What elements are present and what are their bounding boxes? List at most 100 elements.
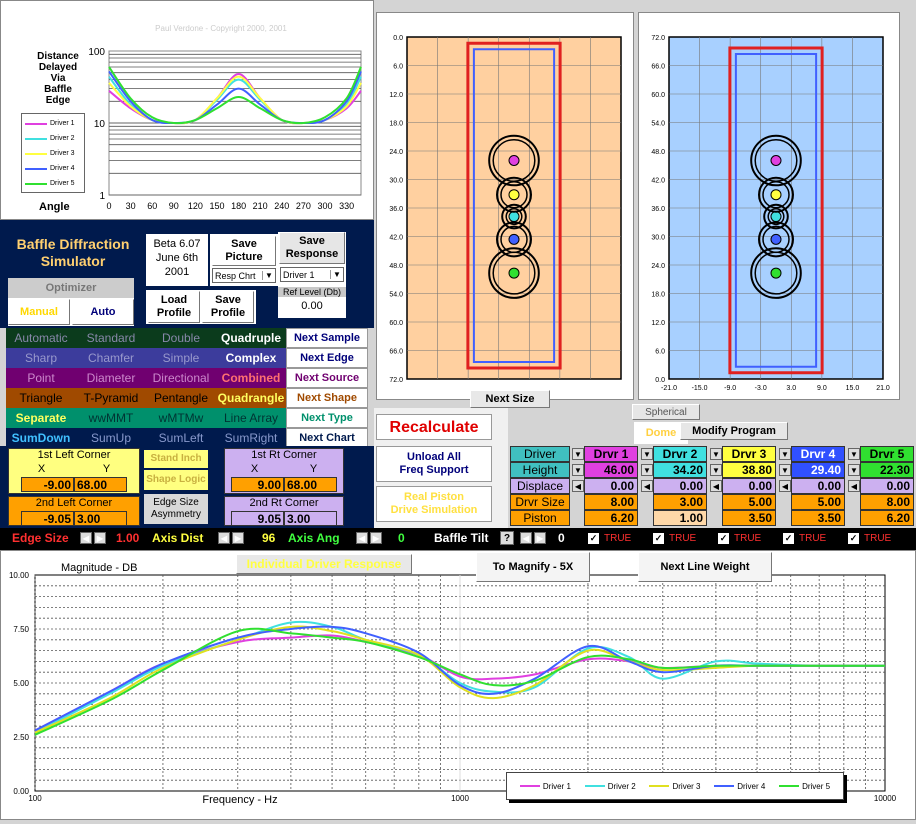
left-x-input[interactable]: -9.00 [21, 477, 74, 492]
spin-icon[interactable]: ◀ [572, 480, 584, 492]
increase-icon[interactable]: ▶ [232, 532, 244, 544]
decrease-icon[interactable]: ◀ [356, 532, 368, 544]
left-y-input[interactable]: 68.00 [74, 477, 127, 492]
driver-piston-2[interactable]: 1.00 [653, 510, 707, 526]
option-automatic[interactable]: Automatic [6, 328, 76, 348]
option-quadrangle[interactable]: Quadrangle [216, 388, 286, 408]
spin-icon[interactable]: ▼ [710, 464, 722, 476]
option-wwmmt[interactable]: wwMMT [76, 408, 146, 428]
option-sumup[interactable]: SumUp [76, 428, 146, 448]
option-pentangle[interactable]: Pentangle [146, 388, 216, 408]
spin-icon[interactable]: ◀ [848, 480, 860, 492]
select-icon[interactable]: ▼ [572, 448, 584, 460]
spin-icon[interactable]: ▼ [779, 464, 791, 476]
spin-icon[interactable]: ▼ [572, 464, 584, 476]
driver-height-5[interactable]: 22.30 [860, 462, 914, 478]
driver-height-3[interactable]: 38.80 [722, 462, 776, 478]
unload-freq-button[interactable]: Unload All Freq Support [376, 446, 492, 482]
decrease-icon[interactable]: ◀ [80, 532, 92, 544]
driver-displace-2[interactable]: 0.00 [653, 478, 707, 494]
option-directional[interactable]: Directional [146, 368, 216, 388]
driver-displace-3[interactable]: 0.00 [722, 478, 776, 494]
checkbox-icon[interactable]: ✓ [783, 533, 794, 544]
right-x-input[interactable]: 9.00 [231, 477, 284, 492]
driver-piston-1[interactable]: 6.20 [584, 510, 638, 526]
option-sumdown[interactable]: SumDown [6, 428, 76, 448]
option-sumleft[interactable]: SumLeft [146, 428, 216, 448]
select-icon[interactable]: ▼ [641, 448, 653, 460]
driver-size-2[interactable]: 3.00 [653, 494, 707, 510]
spin-icon[interactable]: ▼ [641, 464, 653, 476]
spherical-button[interactable]: Spherical [632, 404, 700, 420]
checkbox-icon[interactable]: ✓ [588, 533, 599, 544]
resp-chart-select[interactable]: Resp Chrt ▼ [212, 268, 276, 283]
spin-icon[interactable]: ◀ [710, 480, 722, 492]
next-type-button[interactable]: Next Type [286, 408, 368, 428]
save-response-button[interactable]: Save Response [279, 232, 345, 264]
save-picture-button[interactable]: Save Picture [212, 236, 276, 266]
load-profile-button[interactable]: Load Profile [148, 291, 200, 323]
option-sharp[interactable]: Sharp [6, 348, 76, 368]
driver-displace-5[interactable]: 0.00 [860, 478, 914, 494]
right2-x-input[interactable]: 9.05 [231, 511, 284, 526]
option-simple[interactable]: Simple [146, 348, 216, 368]
driver-height-4[interactable]: 29.40 [791, 462, 845, 478]
select-icon[interactable]: ▼ [848, 448, 860, 460]
option-line-array[interactable]: Line Array [216, 408, 286, 428]
next-size-button[interactable]: Next Size [470, 390, 550, 408]
magnify-button[interactable]: To Magnify - 5X [476, 552, 590, 582]
real-piston-button[interactable]: Real Piston Drive Simulation [376, 486, 492, 522]
spin-icon[interactable]: ▼ [848, 464, 860, 476]
driver-size-3[interactable]: 5.00 [722, 494, 776, 510]
manual-button[interactable]: Manual [8, 299, 70, 325]
option-point[interactable]: Point [6, 368, 76, 388]
checkbox-icon[interactable]: ✓ [718, 533, 729, 544]
driver-piston-3[interactable]: 3.50 [722, 510, 776, 526]
driver-height-1[interactable]: 46.00 [584, 462, 638, 478]
save-profile-button[interactable]: Save Profile [202, 291, 254, 323]
spin-icon[interactable]: ◀ [641, 480, 653, 492]
ref-level-value[interactable]: 0.00 [278, 300, 346, 312]
option-triangle[interactable]: Triangle [6, 388, 76, 408]
driver-piston-4[interactable]: 3.50 [791, 510, 845, 526]
select-icon[interactable]: ▼ [710, 448, 722, 460]
option-complex[interactable]: Complex [216, 348, 286, 368]
right-y-input[interactable]: 68.00 [284, 477, 337, 492]
select-icon[interactable]: ▼ [779, 448, 791, 460]
next-source-button[interactable]: Next Source [286, 368, 368, 388]
stand-inch-button[interactable]: Stand Inch [144, 450, 208, 468]
checkbox-icon[interactable]: ✓ [653, 533, 664, 544]
option-t-pyramid[interactable]: T-Pyramid [76, 388, 146, 408]
checkbox-icon[interactable]: ✓ [848, 533, 859, 544]
driver-height-2[interactable]: 34.20 [653, 462, 707, 478]
modify-program-button[interactable]: Modify Program [680, 422, 788, 440]
increase-icon[interactable]: ▶ [534, 532, 546, 544]
driver-displace-4[interactable]: 0.00 [791, 478, 845, 494]
option-wmtmw[interactable]: wMTMw [146, 408, 216, 428]
decrease-icon[interactable]: ◀ [520, 532, 532, 544]
option-quadruple[interactable]: Quadruple [216, 328, 286, 348]
driver-size-1[interactable]: 8.00 [584, 494, 638, 510]
option-double[interactable]: Double [146, 328, 216, 348]
next-sample-button[interactable]: Next Sample [286, 328, 368, 348]
increase-icon[interactable]: ▶ [94, 532, 106, 544]
driver-piston-5[interactable]: 6.20 [860, 510, 914, 526]
increase-icon[interactable]: ▶ [370, 532, 382, 544]
edge-size-asymmetry-button[interactable]: Edge Size Asymmetry [144, 494, 208, 524]
option-diameter[interactable]: Diameter [76, 368, 146, 388]
next-edge-button[interactable]: Next Edge [286, 348, 368, 368]
driver-size-5[interactable]: 8.00 [860, 494, 914, 510]
option-standard[interactable]: Standard [76, 328, 146, 348]
spin-icon[interactable]: ◀ [779, 480, 791, 492]
driver-size-4[interactable]: 5.00 [791, 494, 845, 510]
next-chart-button[interactable]: Next Chart [286, 428, 368, 448]
decrease-icon[interactable]: ◀ [218, 532, 230, 544]
auto-button[interactable]: Auto [72, 299, 134, 325]
next-shape-button[interactable]: Next Shape [286, 388, 368, 408]
next-line-weight-button[interactable]: Next Line Weight [638, 552, 772, 582]
driver-select[interactable]: Driver 1 ▼ [280, 267, 344, 282]
individual-response-button[interactable]: Individual Driver Response [236, 554, 412, 574]
left2-x-input[interactable]: -9.05 [21, 511, 74, 526]
option-chamfer[interactable]: Chamfer [76, 348, 146, 368]
left2-y-input[interactable]: 3.00 [74, 511, 127, 526]
